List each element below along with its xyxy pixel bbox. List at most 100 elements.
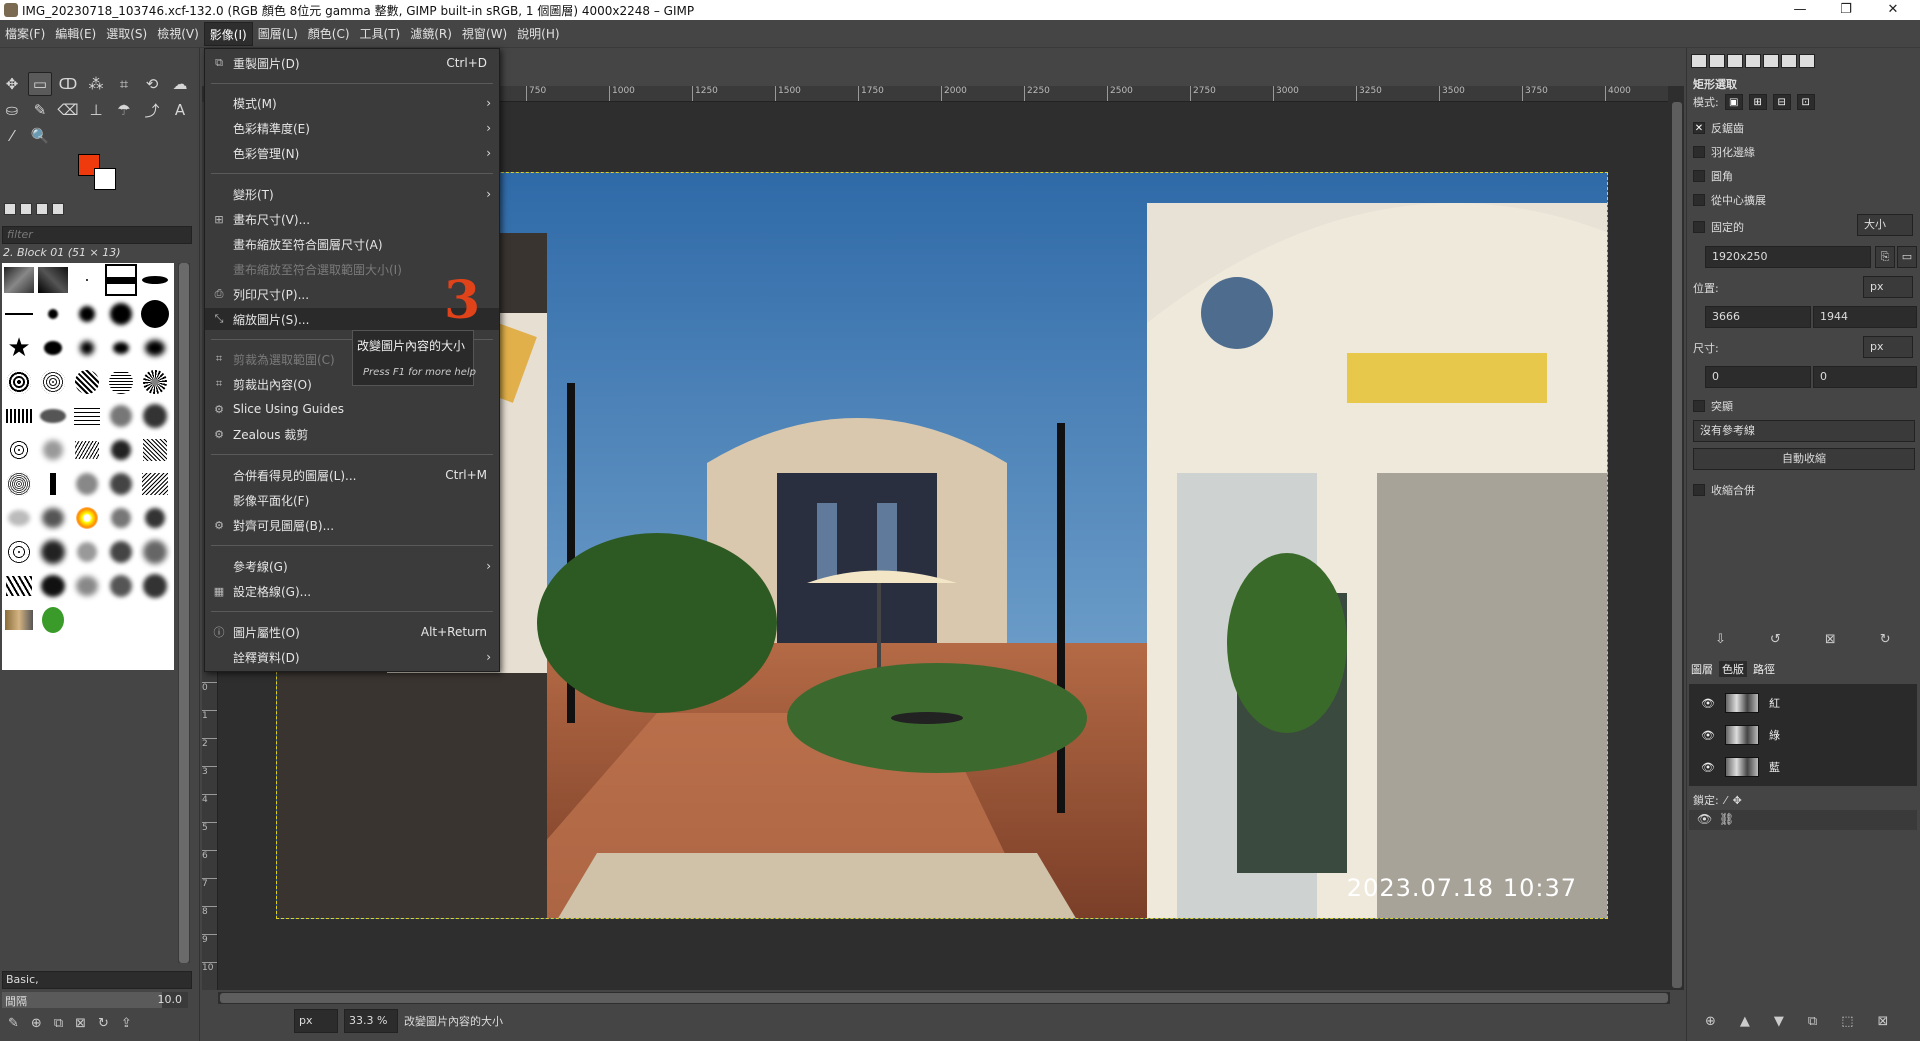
fonts-tab-icon[interactable] (36, 203, 48, 215)
mode-add-icon[interactable]: ⊞ (1748, 94, 1767, 110)
menu-item-fit-canvas-layers[interactable]: 畫布縮放至符合圖層尺寸(A) (205, 233, 499, 255)
document-history-tab-icon[interactable] (52, 203, 64, 215)
brush-filter-input[interactable]: filter (2, 226, 192, 244)
brush-grunge-4[interactable] (104, 399, 138, 433)
shrink-merged-checkbox[interactable] (1693, 484, 1705, 496)
color-picker-tool-icon[interactable]: ⁄ (0, 124, 24, 148)
size-height-input[interactable]: 0 (1813, 366, 1917, 388)
new-channel-icon[interactable]: ⊕ (1705, 1014, 1716, 1029)
menu-help[interactable]: 說明(H) (512, 22, 564, 46)
brush-splat-2[interactable] (70, 331, 104, 365)
menu-item-canvas-size[interactable]: ⊞ 畫布尺寸(V)... (205, 208, 499, 230)
lower-channel-icon[interactable]: ▼ (1774, 1014, 1784, 1029)
brush-ink-3[interactable] (70, 569, 104, 603)
edit-brush-icon[interactable]: ✎ (8, 1016, 19, 1031)
restore-tool-preset-icon[interactable]: ↺ (1770, 632, 1781, 647)
auto-shrink-button[interactable]: 自動收縮 (1693, 448, 1915, 470)
channel-to-selection-icon[interactable]: ⬚ (1841, 1014, 1853, 1029)
brush-ink-1[interactable] (2, 569, 36, 603)
menu-item-slice-using-guides[interactable]: ⚙ Slice Using Guides (205, 398, 499, 420)
lock-position-icon[interactable]: ✥ (1733, 794, 1742, 807)
expand-center-checkbox[interactable] (1693, 194, 1705, 206)
patterns-tab-icon[interactable] (20, 203, 32, 215)
brushes-tab-icon[interactable] (4, 203, 16, 215)
brush-ink-5[interactable] (138, 569, 172, 603)
fixed-mode-select[interactable]: 大小 (1857, 214, 1913, 236)
mode-intersect-icon[interactable]: ⊡ (1796, 94, 1815, 110)
menu-item-precision[interactable]: 色彩精準度(E) › (205, 117, 499, 139)
brush-noise-5[interactable] (138, 535, 172, 569)
visibility-eye-icon[interactable]: 👁 (1701, 697, 1715, 710)
brush-splatter-4[interactable] (104, 433, 138, 467)
brush-cloud-4[interactable] (138, 501, 172, 535)
visibility-eye-icon[interactable]: 👁 (1701, 729, 1715, 742)
lock-pixels-icon[interactable]: ⁄ (1725, 794, 1727, 807)
brush-splatter-5[interactable] (138, 433, 172, 467)
menu-edit[interactable]: 編輯(E) (50, 22, 101, 46)
brush-sponge-3[interactable] (70, 467, 104, 501)
brush-splatter-3[interactable] (70, 433, 104, 467)
tool-options-tab-icon[interactable] (1691, 54, 1707, 68)
zoom-select[interactable]: 33.3 % (344, 1009, 398, 1033)
text-tool-icon[interactable]: A (168, 98, 192, 122)
brush-photo-2[interactable] (36, 263, 70, 297)
reset-tool-options-icon[interactable]: ↻ (1880, 632, 1891, 647)
brush-soft-large[interactable] (104, 297, 138, 331)
palettes-tab-icon[interactable] (1799, 54, 1815, 68)
brush-grunge-1[interactable] (2, 399, 36, 433)
menu-item-configure-grid[interactable]: ▦ 設定格線(G)... (205, 580, 499, 602)
delete-brush-icon[interactable]: ⊠ (75, 1016, 86, 1031)
feather-option[interactable]: 羽化邊緣 (1693, 144, 1755, 160)
brush-noise-3[interactable] (70, 535, 104, 569)
brush-soft-medium[interactable] (70, 297, 104, 331)
save-tool-preset-icon[interactable]: ⇩ (1715, 632, 1726, 647)
menu-layer[interactable]: 圖層(L) (253, 22, 303, 46)
brush-texture-2[interactable] (36, 365, 70, 399)
brush-sparks[interactable] (70, 501, 104, 535)
eraser-tool-icon[interactable]: ⌫ (56, 98, 80, 122)
visibility-eye-icon[interactable]: 👁 (1701, 761, 1715, 774)
brush-hard-large[interactable] (138, 297, 172, 331)
pointer-tab-icon[interactable] (1763, 54, 1779, 68)
size-unit-select[interactable]: px (1863, 336, 1913, 358)
brush-point[interactable] (70, 263, 104, 297)
brush-grunge-3[interactable] (70, 399, 104, 433)
brush-block-selected[interactable] (104, 263, 138, 297)
bucket-fill-tool-icon[interactable]: ⛀ (0, 98, 24, 122)
brush-star[interactable]: ★ (2, 331, 36, 365)
device-status-tab-icon[interactable] (1709, 54, 1725, 68)
brush-grunge-5[interactable] (138, 399, 172, 433)
warp-tool-icon[interactable]: ☁ (168, 72, 192, 96)
brush-cloud-2[interactable] (36, 501, 70, 535)
brush-noise-4[interactable] (104, 535, 138, 569)
position-unit-select[interactable]: px (1863, 276, 1913, 298)
menu-item-metadata[interactable]: 詮釋資料(D) › (205, 646, 499, 668)
channel-row-red[interactable]: 👁 紅 (1691, 688, 1917, 718)
guides-select[interactable]: 沒有參考線 (1693, 420, 1915, 442)
brush-noise-1[interactable] (2, 535, 36, 569)
brush-splatter-2[interactable] (36, 433, 70, 467)
fixed-option[interactable]: 固定的 (1693, 219, 1744, 235)
brush-splat-3[interactable] (104, 331, 138, 365)
position-x-input[interactable]: 3666 (1705, 306, 1811, 328)
brush-texture-1[interactable] (2, 365, 36, 399)
menu-item-merge-visible[interactable]: 合併看得見的圖層(L)... Ctrl+M (205, 464, 499, 486)
refresh-brushes-icon[interactable]: ↻ (98, 1016, 109, 1031)
menu-colors[interactable]: 顏色(C) (303, 22, 355, 46)
canvas-horizontal-scrollbar[interactable] (218, 992, 1670, 1004)
close-button[interactable]: ✕ (1870, 0, 1916, 20)
menu-item-image-properties[interactable]: ⓘ 圖片屬性(O) Alt+Return (205, 621, 499, 643)
menu-item-guides[interactable]: 參考線(G) › (205, 555, 499, 577)
highlight-option[interactable]: 突顯 (1693, 398, 1733, 414)
brush-grunge-2[interactable] (36, 399, 70, 433)
menu-item-duplicate[interactable]: ⧉ 重製圖片(D) Ctrl+D (205, 52, 499, 74)
fixed-from-current-icon[interactable]: ⎘ (1875, 246, 1895, 268)
canvas-vertical-scrollbar[interactable] (1670, 102, 1684, 990)
brush-texture-3[interactable] (70, 365, 104, 399)
brush-editor-tab-icon[interactable] (1781, 54, 1797, 68)
new-brush-icon[interactable]: ⊕ (31, 1016, 42, 1031)
clone-tool-icon[interactable]: ⊥ (84, 98, 108, 122)
brush-ink-2[interactable] (36, 569, 70, 603)
menu-item-zealous-crop[interactable]: ⚙ Zealous 裁剪 (205, 423, 499, 445)
channel-row-green[interactable]: 👁 綠 (1691, 720, 1917, 750)
